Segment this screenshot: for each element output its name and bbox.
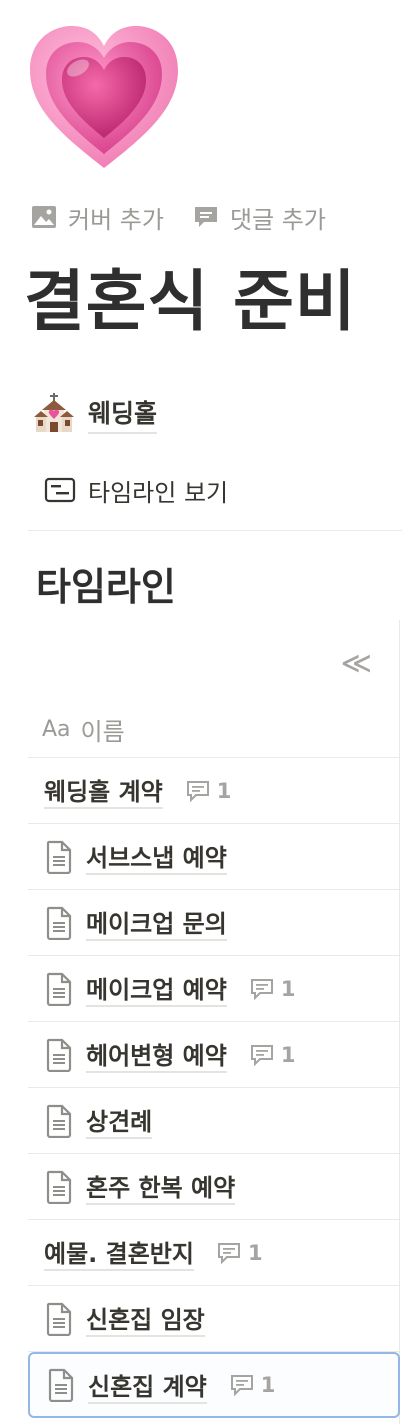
table-row[interactable]: 신혼집 임장 <box>28 1286 400 1352</box>
table-row[interactable]: 메이크업 예약 1 <box>28 956 400 1022</box>
heart-icon <box>30 26 178 168</box>
table-row[interactable]: 웨딩홀 계약 1 <box>28 758 400 824</box>
page-icon-heart[interactable] <box>26 22 182 172</box>
comment-count-value: 1 <box>216 778 232 803</box>
row-title[interactable]: 메이크업 문의 <box>86 904 227 941</box>
text-property-icon: Aa <box>42 717 71 742</box>
linked-page-label: 웨딩홀 <box>88 394 158 434</box>
divider <box>28 530 402 531</box>
table-rows: 웨딩홀 계약 1 서브스냅 예약메이크업 문의메이크업 예약 1 헤어변형 예약 1 상견례… <box>28 758 400 1418</box>
comment-count-value: 1 <box>280 1042 296 1067</box>
comment-count[interactable]: 1 <box>249 1042 296 1067</box>
table-row[interactable]: 헤어변형 예약 1 <box>28 1022 400 1088</box>
timeline-table: ≪ Aa 이름 웨딩홀 계약 1 서브스냅 예약 메이크업 문의 메이크업 예약 1 헤어변… <box>28 620 402 1424</box>
section-title: 타임라인 <box>36 565 176 609</box>
comment-count[interactable]: 1 <box>216 1241 263 1265</box>
comment-icon <box>194 207 217 227</box>
comment-count-icon <box>186 780 209 802</box>
timeline-icon <box>44 477 76 503</box>
linked-page-wedding-hall[interactable]: 웨딩홀 <box>32 388 158 440</box>
table-row[interactable]: 예물. 결혼반지 1 <box>28 1220 400 1286</box>
comment-count-icon <box>230 1375 253 1397</box>
table-row[interactable]: 신혼집 계약 1 <box>28 1352 400 1418</box>
comment-count-value: 1 <box>247 1240 263 1265</box>
timeline-view-link[interactable]: 타임라인 보기 <box>44 470 228 510</box>
comment-count-icon <box>250 1044 273 1066</box>
comment-count[interactable]: 1 <box>249 976 296 1001</box>
comment-count[interactable]: 1 <box>185 778 232 803</box>
document-icon <box>46 1170 72 1204</box>
comment-count[interactable]: 1 <box>229 1373 276 1397</box>
document-icon <box>46 840 72 874</box>
row-title[interactable]: 메이크업 예약 <box>86 970 227 1007</box>
add-cover-label: 커버 추가 <box>68 205 164 234</box>
comment-count-value: 1 <box>280 976 296 1001</box>
row-title[interactable]: 혼주 한복 예약 <box>86 1168 236 1205</box>
row-title[interactable]: 신혼집 임장 <box>86 1300 205 1337</box>
document-icon <box>46 1038 72 1072</box>
row-title[interactable]: 예물. 결혼반지 <box>44 1234 194 1271</box>
row-title[interactable]: 웨딩홀 계약 <box>44 772 163 809</box>
document-icon <box>48 1368 74 1402</box>
row-title[interactable]: 서브스냅 예약 <box>86 838 227 875</box>
row-title[interactable]: 신혼집 계약 <box>88 1367 207 1404</box>
comment-count-value: 1 <box>260 1373 276 1397</box>
table-row[interactable]: 상견례 <box>28 1088 400 1154</box>
document-icon <box>46 1104 72 1138</box>
image-icon <box>32 206 56 228</box>
comment-count-icon <box>250 978 273 1000</box>
add-comment-button[interactable]: 댓글 추가 <box>192 200 326 235</box>
document-icon <box>46 906 72 940</box>
row-title[interactable]: 상견례 <box>86 1102 153 1139</box>
timeline-view-label: 타임라인 보기 <box>88 478 229 507</box>
add-comment-label: 댓글 추가 <box>229 205 326 234</box>
column-header-label: 이름 <box>80 718 125 746</box>
table-row[interactable]: 메이크업 문의 <box>28 890 400 956</box>
wedding-chapel-emoji-icon <box>34 393 74 432</box>
document-icon <box>46 972 72 1006</box>
page-title[interactable]: 결혼식 준비 <box>24 248 357 344</box>
table-row[interactable]: 혼주 한복 예약 <box>28 1154 400 1220</box>
table-row[interactable]: 서브스냅 예약 <box>28 824 400 890</box>
row-title[interactable]: 헤어변형 예약 <box>86 1036 227 1073</box>
page-actions: 커버 추가 댓글 추가 <box>30 200 354 234</box>
add-cover-button[interactable]: 커버 추가 <box>30 200 164 235</box>
column-header-name[interactable]: Aa 이름 <box>28 702 400 758</box>
comment-count-icon <box>217 1242 240 1264</box>
double-chevron-left-icon: ≪ <box>340 646 372 681</box>
document-icon <box>46 1302 72 1336</box>
collapse-table-button[interactable]: ≪ <box>341 646 372 681</box>
